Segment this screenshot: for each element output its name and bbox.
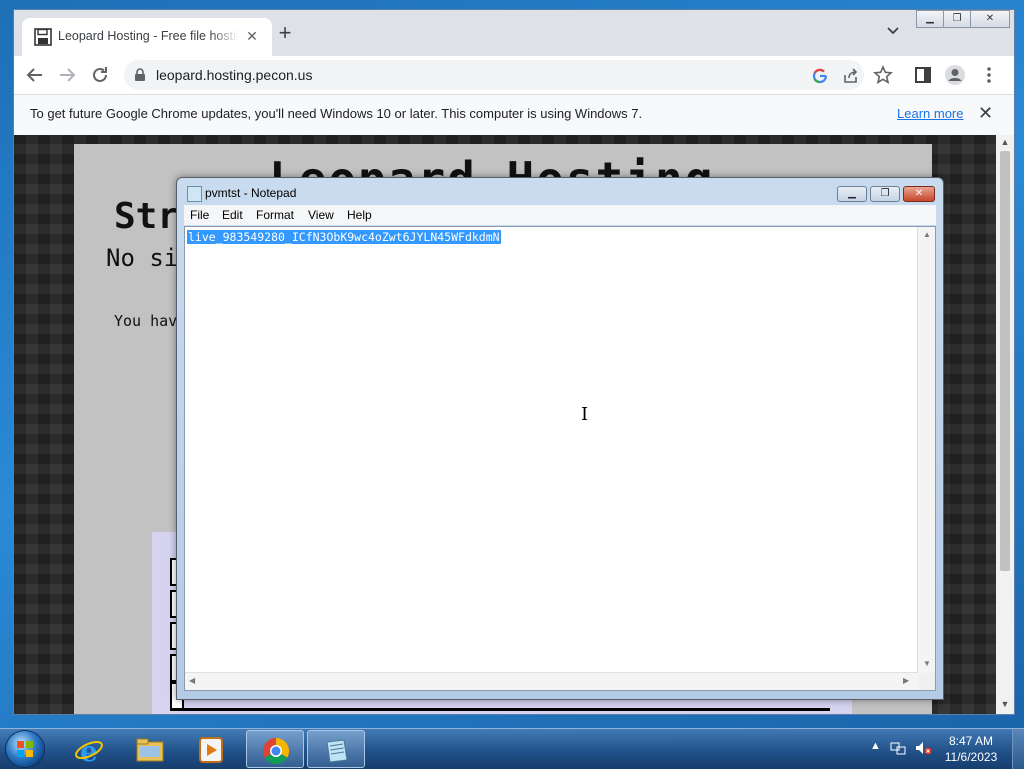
new-tab-button[interactable]: + [276,22,294,44]
start-button[interactable] [6,731,44,767]
taskbar-file-explorer[interactable] [121,730,179,768]
scroll-up-icon[interactable]: ▲ [996,137,1014,147]
menu-edit[interactable]: Edit [222,208,243,222]
page-scrollbar[interactable]: ▲ ▼ [996,135,1014,714]
scroll-right-icon[interactable]: ▶ [903,676,909,685]
selected-text[interactable]: live_983549280_ICfN3ObK9wc4oZwt6JYLN45WF… [187,230,501,244]
menu-format[interactable]: Format [256,208,294,222]
taskbar-notepad[interactable] [307,730,365,768]
folder-icon [136,738,164,762]
windows-logo-icon [17,741,33,757]
menu-help[interactable]: Help [347,208,372,222]
taskbar-media-player[interactable] [182,730,240,768]
tab-leopard-hosting[interactable]: Leopard Hosting - Free file hosting ✕ [22,18,272,56]
scroll-down-icon[interactable]: ▼ [996,699,1014,709]
notepad-minimize-button[interactable]: ▁ [837,186,867,202]
sidepanel-icon[interactable] [912,64,934,86]
taskbar-chrome[interactable] [246,730,304,768]
volume-muted-icon[interactable] [914,740,932,756]
panel-bottom-line [170,708,830,711]
chrome-icon [262,737,290,765]
learn-more-link[interactable]: Learn more [897,106,963,121]
scroll-up-icon[interactable]: ▲ [923,230,931,239]
notepad-maximize-button[interactable]: ❐ [870,186,900,202]
taskbar-internet-explorer[interactable]: e [60,730,118,768]
infobar-close-icon[interactable]: ✕ [978,103,993,124]
close-button[interactable]: ✕ [970,10,1010,28]
text-cursor-icon: I [581,404,589,425]
clock-date: 11/6/2023 [944,750,998,764]
internet-explorer-icon: e [75,735,103,765]
editor-vertical-scrollbar[interactable]: ▲ ▼ [917,227,935,673]
infobar-message: To get future Google Chrome updates, you… [30,106,643,121]
taskbar: e ▲ 8:47 AM 11/6/2023 [0,728,1024,769]
restore-button[interactable]: ❐ [943,10,971,28]
star-icon[interactable] [872,64,894,86]
page-paragraph: You hav [114,312,178,330]
notepad-close-button[interactable]: ✕ [903,186,935,202]
update-infobar: To get future Google Chrome updates, you… [14,94,1014,136]
notepad-app-icon [187,186,202,202]
forward-icon[interactable] [56,64,78,86]
minimize-button[interactable]: ▁ [916,10,944,28]
profile-icon[interactable] [944,64,966,86]
floppy-icon [34,28,52,46]
page-line: No si [106,244,179,272]
resize-grip-icon[interactable] [918,673,935,690]
page-subheading: Str [114,196,180,237]
menu-file[interactable]: File [190,208,209,222]
back-icon[interactable] [24,64,46,86]
editor-horizontal-scrollbar[interactable]: ◀ ▶ [185,672,918,690]
scroll-left-icon[interactable]: ◀ [189,676,195,685]
reload-icon[interactable] [89,64,111,86]
media-player-icon [199,737,223,763]
scroll-thumb[interactable] [1000,151,1010,571]
menu-view[interactable]: View [308,208,334,222]
notepad-menubar: File Edit Format View Help [184,205,936,225]
tab-close-icon[interactable]: ✕ [244,28,260,45]
tab-title: Leopard Hosting - Free file hosting [58,29,238,43]
lock-icon[interactable] [134,68,146,82]
tab-search-icon[interactable] [886,24,900,38]
menu-icon[interactable] [978,64,1000,86]
url-text: leopard.hosting.pecon.us [156,67,313,83]
network-icon[interactable] [890,740,906,756]
svg-text:e: e [80,735,98,765]
notepad-editor[interactable]: live_983549280_ICfN3ObK9wc4oZwt6JYLN45WF… [184,226,936,691]
clock-time: 8:47 AM [948,734,994,748]
scroll-down-icon[interactable]: ▼ [923,659,931,668]
address-bar[interactable]: leopard.hosting.pecon.us [124,60,864,90]
share-icon[interactable] [841,66,861,86]
system-tray: ▲ 8:47 AM 11/6/2023 [866,729,1024,769]
tab-strip: Leopard Hosting - Free file hosting ✕ + … [14,10,1014,56]
notepad-icon [326,739,348,763]
clock[interactable]: 8:47 AM 11/6/2023 [940,733,1002,765]
browser-toolbar: leopard.hosting.pecon.us [14,56,1014,94]
google-icon[interactable] [810,66,830,86]
notepad-title: pvmtst - Notepad [205,186,297,200]
show-desktop-button[interactable] [1012,729,1024,769]
tray-expand-icon[interactable]: ▲ [870,740,881,752]
notepad-window: pvmtst - Notepad ▁ ❐ ✕ File Edit Format … [176,177,944,700]
